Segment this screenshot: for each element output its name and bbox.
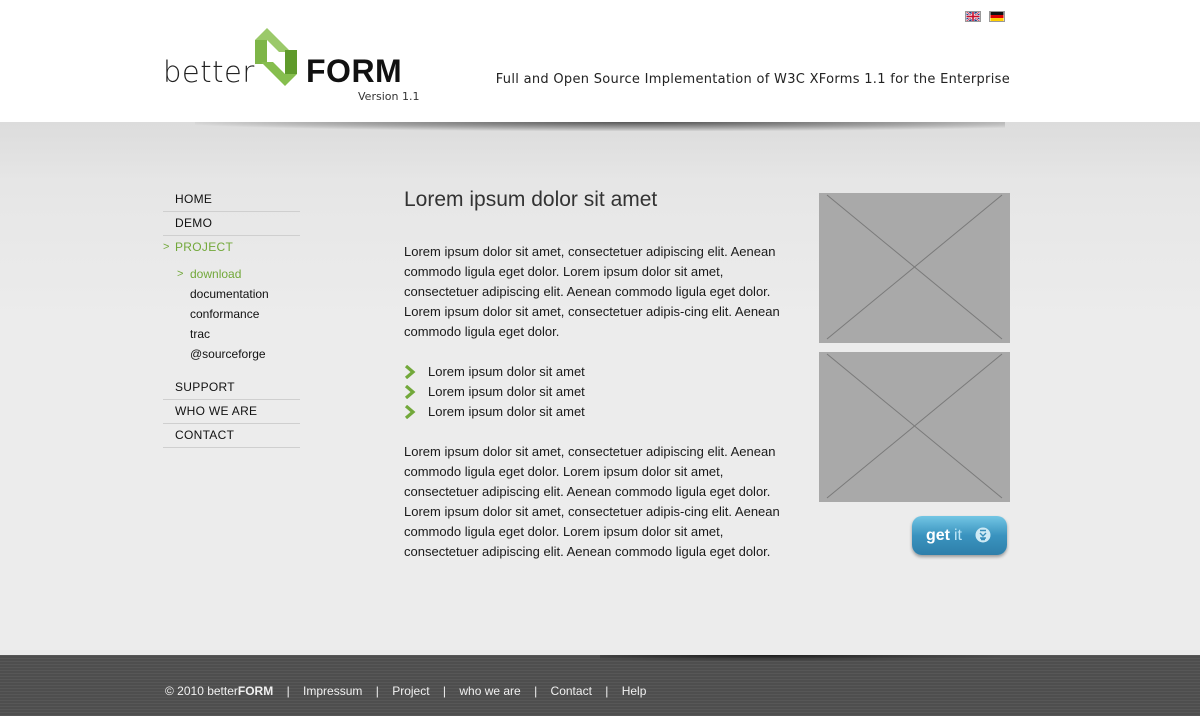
copyright-text: © 2010 betterFORM	[165, 684, 273, 698]
main-area: HOME DEMO > PROJECT > download documenta…	[0, 122, 1200, 655]
footer-link-contact[interactable]: Contact	[551, 684, 592, 698]
subnav-item-label: documentation	[190, 287, 269, 301]
bullet-list: Lorem ipsum dolor sit amet Lorem ipsum d…	[404, 362, 789, 422]
list-item-text: Lorem ipsum dolor sit amet	[428, 364, 585, 379]
nav-item-label: DEMO	[175, 216, 213, 230]
separator: |	[534, 684, 538, 698]
nav-item-project[interactable]: > PROJECT	[163, 236, 300, 260]
green-chevron-icon	[404, 385, 416, 399]
subnav-item-label: @sourceforge	[190, 347, 266, 361]
main-navigation: HOME DEMO > PROJECT > download documenta…	[163, 188, 300, 448]
intro-paragraph: Lorem ipsum dolor sit amet, consectetuer…	[404, 244, 780, 339]
footer-link-impressum[interactable]: Impressum	[303, 684, 362, 698]
footer-link-who-we-are[interactable]: who we are	[459, 684, 520, 698]
subnav-item-label: conformance	[190, 307, 260, 321]
version-label: Version 1.1	[358, 90, 420, 103]
nav-item-home[interactable]: HOME	[163, 188, 300, 212]
get-it-button[interactable]: get it	[912, 516, 1007, 555]
image-placeholder	[819, 193, 1010, 343]
copyright-prefix: © 2010 better	[165, 684, 238, 698]
separator: |	[605, 684, 609, 698]
page-header: better FORM Version 1.1 Full and Open So…	[0, 0, 1200, 122]
site-tagline: Full and Open Source Implementation of W…	[495, 72, 1010, 87]
nav-item-support[interactable]: SUPPORT	[163, 376, 300, 400]
separator: |	[286, 684, 290, 698]
page-footer: © 2010 betterFORM | Impressum | Project …	[0, 655, 1200, 716]
image-placeholder	[819, 352, 1010, 502]
list-item: Lorem ipsum dolor sit amet	[404, 402, 789, 422]
logo-mark-icon	[255, 28, 297, 86]
footer-shadow	[600, 655, 1000, 661]
get-it-label: get it	[926, 527, 962, 545]
subnav-item-trac[interactable]: trac	[163, 324, 300, 344]
list-item: Lorem ipsum dolor sit amet	[404, 362, 789, 382]
nav-item-demo[interactable]: DEMO	[163, 212, 300, 236]
logo-word-form: FORM	[306, 53, 403, 89]
subnav-item-download[interactable]: > download	[163, 264, 300, 284]
language-switcher	[965, 11, 1005, 22]
nav-item-label: HOME	[175, 192, 213, 206]
nav-item-contact[interactable]: CONTACT	[163, 424, 300, 448]
subnav-item-label: trac	[190, 327, 211, 341]
main-content: Lorem ipsum dolor sit amet Lorem ipsum d…	[404, 185, 789, 562]
chevron-right-icon: >	[163, 241, 170, 253]
subnav-item-sourceforge[interactable]: @sourceforge	[163, 344, 300, 364]
chevron-right-icon: >	[177, 268, 184, 280]
separator: |	[442, 684, 447, 698]
footer-links: © 2010 betterFORM | Impressum | Project …	[165, 684, 646, 698]
subnav-item-documentation[interactable]: documentation	[163, 284, 300, 304]
page-title: Lorem ipsum dolor sit amet	[404, 188, 658, 211]
nav-item-label: SUPPORT	[175, 380, 235, 394]
german-flag-icon[interactable]	[989, 11, 1005, 22]
footer-link-help[interactable]: Help	[622, 684, 647, 698]
green-chevron-icon	[404, 365, 416, 379]
download-icon	[975, 527, 991, 543]
nav-item-label: PROJECT	[175, 240, 234, 254]
english-flag-icon[interactable]	[965, 11, 981, 22]
get-it-light: it	[954, 526, 962, 544]
subnav-item-conformance[interactable]: conformance	[163, 304, 300, 324]
subnav-item-label: download	[190, 267, 242, 281]
list-item-text: Lorem ipsum dolor sit amet	[428, 384, 585, 399]
body-paragraph: Lorem ipsum dolor sit amet, consectetuer…	[404, 444, 780, 559]
list-item: Lorem ipsum dolor sit amet	[404, 382, 789, 402]
project-subnav: > download documentation conformance tra…	[163, 260, 300, 376]
list-item-text: Lorem ipsum dolor sit amet	[428, 404, 585, 419]
betterform-logo[interactable]: better FORM Version 1.1	[163, 26, 423, 106]
get-it-bold: get	[926, 526, 950, 544]
nav-item-label: CONTACT	[175, 428, 235, 442]
logo-word-better: better	[163, 55, 255, 89]
copyright-brand: FORM	[237, 684, 274, 698]
header-shadow	[195, 122, 1005, 131]
green-chevron-icon	[404, 405, 416, 419]
nav-item-who-we-are[interactable]: WHO WE ARE	[163, 400, 300, 424]
separator: |	[375, 684, 379, 698]
footer-link-project[interactable]: Project	[392, 684, 429, 698]
nav-item-label: WHO WE ARE	[175, 404, 258, 418]
